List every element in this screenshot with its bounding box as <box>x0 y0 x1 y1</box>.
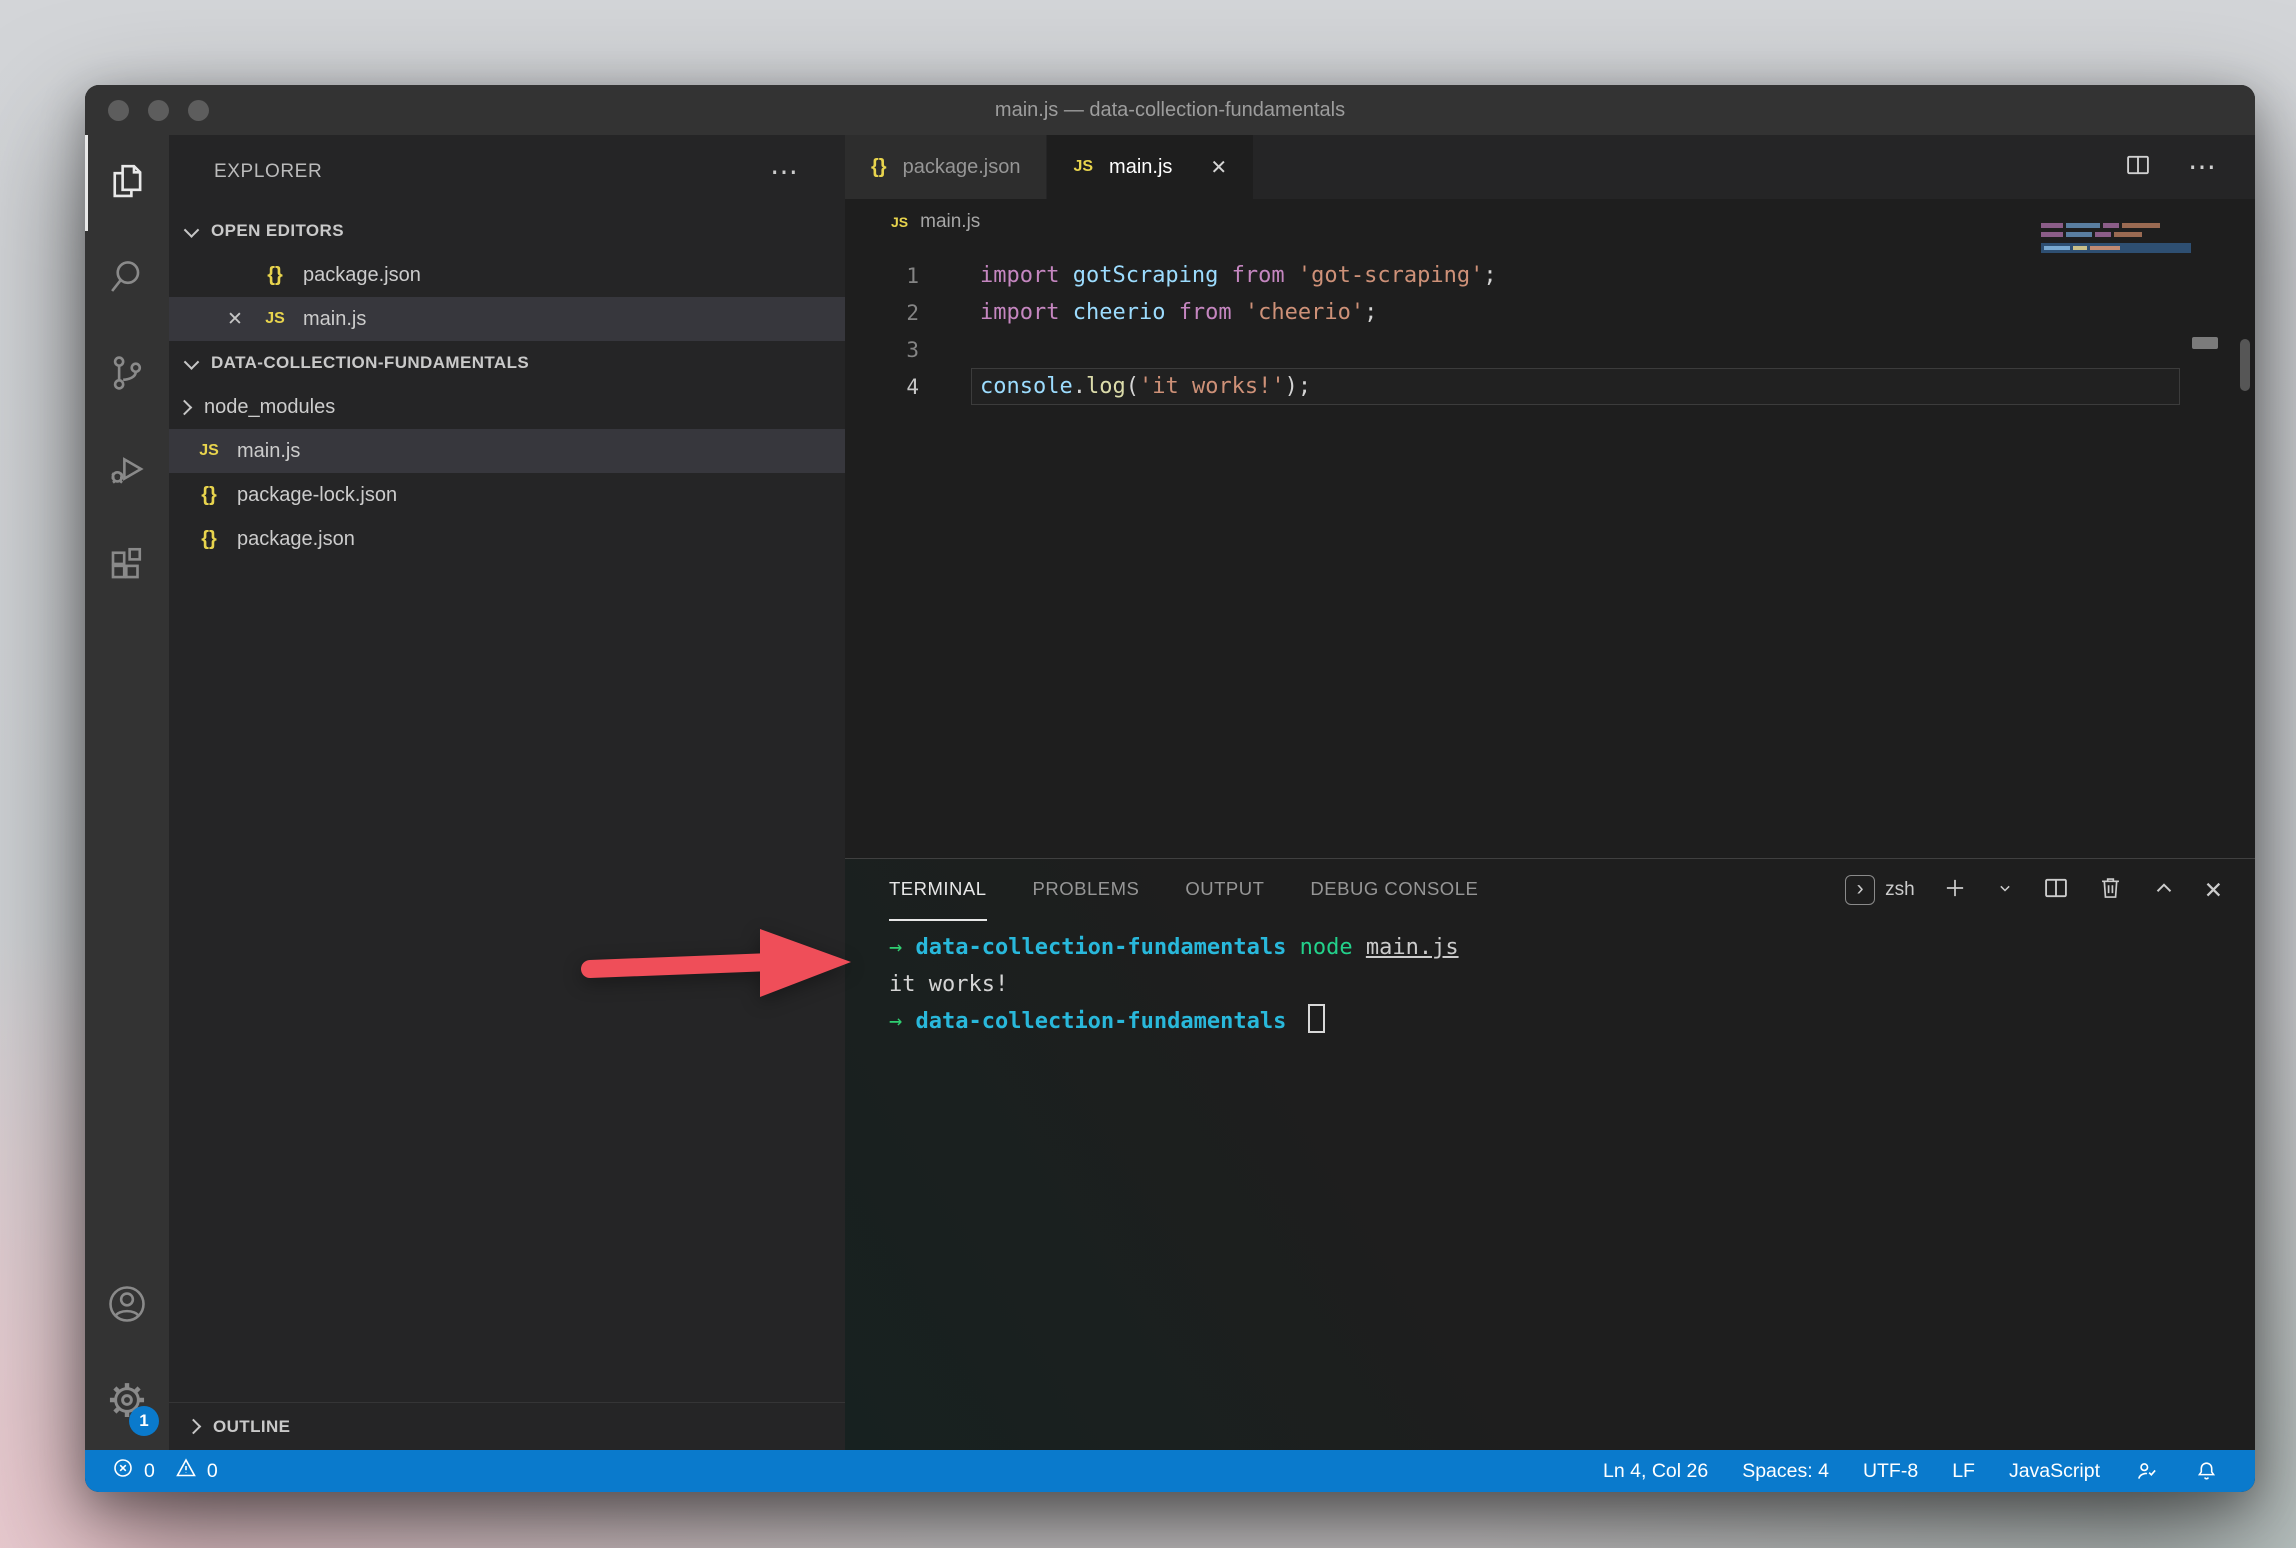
activity-bar: 1 <box>85 135 169 1450</box>
json-file-icon: {} <box>191 484 227 507</box>
activity-explorer[interactable] <box>85 135 169 231</box>
new-terminal-icon[interactable] <box>1942 875 1968 906</box>
person-check-icon[interactable] <box>2134 1458 2160 1484</box>
terminal-line: → data-collection-fundamentals <box>889 1003 2255 1040</box>
status-problems[interactable]: 0 0 <box>111 1456 218 1486</box>
tree-item-package-json[interactable]: {} package.json <box>169 517 845 561</box>
tab-debug-console[interactable]: DEBUG CONSOLE <box>1310 859 1478 921</box>
terminal-output[interactable]: → data-collection-fundamentals node main… <box>845 921 2255 1040</box>
activity-run-debug[interactable] <box>85 423 169 519</box>
window-title: main.js — data-collection-fundamentals <box>995 99 1345 122</box>
warning-icon <box>174 1456 198 1486</box>
code-editor[interactable]: 1 import gotScraping from 'got-scraping'… <box>845 245 2255 858</box>
overview-ruler-marker <box>2192 337 2218 349</box>
chevron-right-icon <box>186 1419 202 1435</box>
error-icon <box>111 1456 135 1486</box>
json-file-icon: {} <box>871 156 887 179</box>
open-editor-package-json[interactable]: {} package.json <box>169 253 845 297</box>
terminal-shell-selector[interactable]: zsh <box>1845 875 1915 905</box>
js-file-icon: JS <box>191 442 227 460</box>
terminal-line: it works! <box>889 966 2255 1003</box>
tab-output[interactable]: OUTPUT <box>1185 859 1264 921</box>
window-zoom-button[interactable] <box>188 100 209 121</box>
kill-terminal-trash-icon[interactable] <box>2097 874 2124 906</box>
minimap[interactable] <box>2041 223 2191 253</box>
tree-item-package-lock-json[interactable]: {} package-lock.json <box>169 473 845 517</box>
activity-settings[interactable]: 1 <box>85 1354 169 1450</box>
terminal-panel: TERMINAL PROBLEMS OUTPUT DEBUG CONSOLE z… <box>845 858 2255 1450</box>
account-icon <box>105 1282 149 1331</box>
js-file-icon: JS <box>257 310 293 328</box>
open-editor-main-js[interactable]: ✕ JS main.js <box>169 297 845 341</box>
status-eol[interactable]: LF <box>1952 1460 1975 1483</box>
json-file-icon: {} <box>191 528 227 551</box>
tab-package-json[interactable]: {} package.json <box>845 135 1047 199</box>
window-minimize-button[interactable] <box>148 100 169 121</box>
explorer-sidebar: EXPLORER ⋯ OPEN EDITORS {} package.json … <box>169 135 845 1450</box>
section-open-editors[interactable]: OPEN EDITORS <box>169 209 845 253</box>
window-close-button[interactable] <box>108 100 129 121</box>
section-outline[interactable]: OUTLINE <box>169 1402 845 1450</box>
activity-extensions[interactable] <box>85 519 169 615</box>
chevron-down-icon <box>184 222 200 238</box>
close-icon[interactable]: ✕ <box>1210 155 1227 180</box>
code-line: 1 import gotScraping from 'got-scraping'… <box>845 257 2255 294</box>
sidebar-title: EXPLORER <box>214 161 322 183</box>
extensions-icon <box>106 544 148 591</box>
editor-scrollbar[interactable] <box>2240 339 2250 391</box>
editor-group: {} package.json JS main.js ✕ <box>845 135 2255 1450</box>
maximize-panel-icon[interactable] <box>2151 875 2177 906</box>
code-line-current: 4 console.log('it works!'); <box>845 368 2255 405</box>
status-language[interactable]: JavaScript <box>2009 1460 2100 1483</box>
chevron-right-icon <box>177 399 193 415</box>
vscode-window: main.js — data-collection-fundamentals <box>85 85 2255 1492</box>
files-icon <box>106 160 148 207</box>
split-editor-icon[interactable] <box>2124 151 2152 184</box>
status-indentation[interactable]: Spaces: 4 <box>1742 1460 1829 1483</box>
status-encoding[interactable]: UTF-8 <box>1863 1460 1918 1483</box>
status-cursor-position[interactable]: Ln 4, Col 26 <box>1603 1460 1708 1483</box>
tab-problems[interactable]: PROBLEMS <box>1033 859 1140 921</box>
notifications-bell-icon[interactable] <box>2194 1459 2219 1484</box>
traffic-lights <box>108 85 209 135</box>
title-bar[interactable]: main.js — data-collection-fundamentals <box>85 85 2255 135</box>
search-icon <box>106 256 148 303</box>
activity-source-control[interactable] <box>85 327 169 423</box>
chevron-down-icon <box>184 354 200 370</box>
terminal-icon <box>1845 875 1875 905</box>
status-bar: 0 0 Ln 4, Col 26 Spaces: 4 UTF-8 LF Java… <box>85 1450 2255 1492</box>
close-panel-icon[interactable]: ✕ <box>2204 877 2223 904</box>
split-terminal-icon[interactable] <box>2042 874 2070 907</box>
section-folder-root[interactable]: DATA-COLLECTION-FUNDAMENTALS <box>169 341 845 385</box>
debug-icon <box>106 448 148 495</box>
activity-search[interactable] <box>85 231 169 327</box>
code-line: 3 <box>845 331 2255 368</box>
editor-more-actions-icon[interactable]: ⋯ <box>2188 162 2219 172</box>
tab-bar: {} package.json JS main.js ✕ <box>845 135 2255 199</box>
terminal-line: → data-collection-fundamentals node main… <box>889 929 2255 966</box>
settings-badge: 1 <box>129 1406 159 1436</box>
chevron-down-icon[interactable] <box>1995 878 2015 903</box>
tab-terminal[interactable]: TERMINAL <box>889 859 987 921</box>
js-file-icon: JS <box>1073 158 1093 176</box>
activity-account[interactable] <box>85 1258 169 1354</box>
git-branch-icon <box>106 352 148 399</box>
code-line: 2 import cheerio from 'cheerio'; <box>845 294 2255 331</box>
more-actions-icon[interactable]: ⋯ <box>770 167 801 177</box>
panel-header: TERMINAL PROBLEMS OUTPUT DEBUG CONSOLE z… <box>845 859 2255 921</box>
tree-item-node-modules[interactable]: node_modules <box>169 385 845 429</box>
tab-main-js[interactable]: JS main.js ✕ <box>1047 135 1254 199</box>
js-file-icon: JS <box>891 214 908 230</box>
close-icon[interactable]: ✕ <box>227 308 257 331</box>
json-file-icon: {} <box>257 264 293 287</box>
tree-item-main-js[interactable]: JS main.js <box>169 429 845 473</box>
